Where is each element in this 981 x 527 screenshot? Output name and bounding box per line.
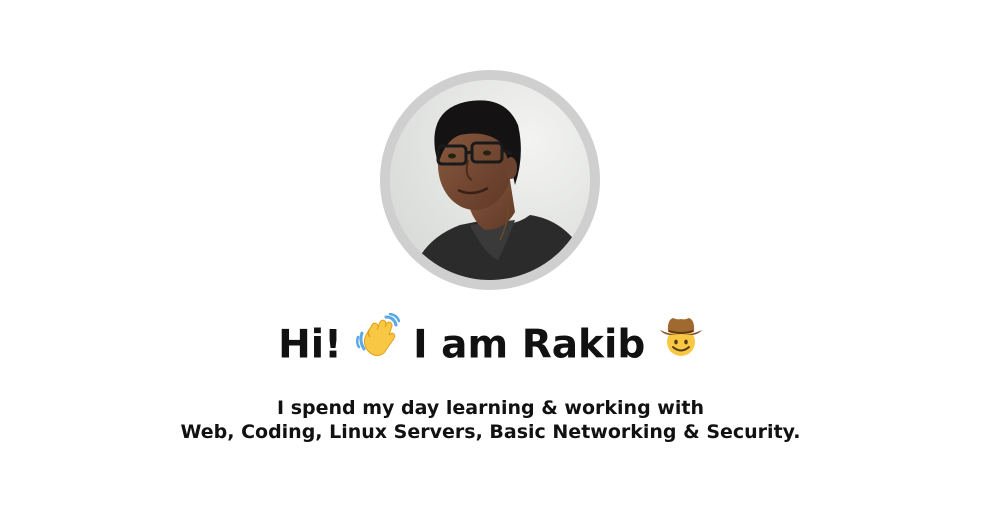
greeting-name: I am Rakib [413,322,646,368]
bio-line-1: I spend my day learning & working with [277,397,704,419]
page-title: Hi! I am Rakib [0,312,981,377]
avatar-photo [390,80,590,280]
greeting-hi: Hi! [278,322,342,368]
waving-hand-icon [355,312,400,373]
cowboy-face-icon [659,314,703,372]
bio-line-2: Web, Coding, Linux Servers, Basic Networ… [180,421,801,443]
profile-page: Hi! I am Rakib I spend my day learning &… [0,0,981,527]
avatar-ring [380,70,600,290]
bio: I spend my day learning & working with W… [0,396,981,444]
avatar [390,80,590,280]
